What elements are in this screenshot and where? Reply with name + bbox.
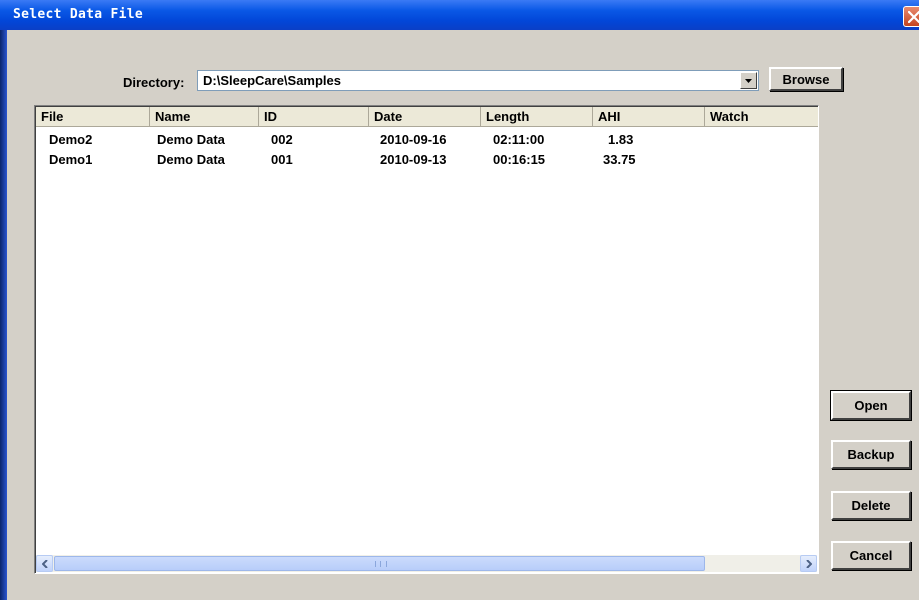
- window-left-border: [0, 0, 7, 600]
- table-row[interactable]: Demo1 Demo Data 001 2010-09-13 00:16:15 …: [36, 150, 816, 170]
- scroll-left-button[interactable]: [36, 555, 53, 572]
- cell-id: 001: [271, 152, 293, 167]
- scrollbar-thumb[interactable]: [54, 556, 705, 571]
- column-header-ahi[interactable]: AHI: [593, 107, 705, 127]
- select-data-file-dialog: Select Data File Directory: D:\SleepCare…: [0, 0, 919, 600]
- cell-ahi: 33.75: [603, 152, 636, 167]
- chevron-down-icon: [745, 79, 752, 83]
- cell-date: 2010-09-13: [380, 152, 447, 167]
- directory-value: D:\SleepCare\Samples: [203, 73, 342, 88]
- list-header: File Name ID Date Length AHI Watch: [36, 107, 818, 127]
- cell-ahi: 1.83: [608, 132, 634, 147]
- column-header-name[interactable]: Name: [150, 107, 259, 127]
- scroll-right-button[interactable]: [800, 555, 817, 572]
- open-button[interactable]: Open: [830, 390, 912, 421]
- browse-button[interactable]: Browse: [769, 67, 843, 91]
- data-file-list[interactable]: File Name ID Date Length AHI Watch Demo2…: [34, 105, 819, 574]
- column-header-date[interactable]: Date: [369, 107, 481, 127]
- window-title: Select Data File: [13, 7, 144, 22]
- column-header-length[interactable]: Length: [481, 107, 593, 127]
- column-header-watch[interactable]: Watch: [705, 107, 818, 127]
- horizontal-scrollbar[interactable]: [36, 555, 817, 572]
- scrollbar-grip: [375, 561, 387, 567]
- cancel-button[interactable]: Cancel: [831, 541, 911, 570]
- table-row[interactable]: Demo2 Demo Data 002 2010-09-16 02:11:00 …: [36, 130, 816, 150]
- cell-length: 02:11:00: [493, 132, 545, 147]
- cell-file: Demo2: [49, 132, 93, 147]
- directory-combobox[interactable]: D:\SleepCare\Samples: [197, 70, 759, 91]
- close-button[interactable]: [903, 6, 919, 27]
- close-icon: [908, 11, 919, 23]
- backup-button[interactable]: Backup: [831, 440, 911, 469]
- title-bar[interactable]: Select Data File: [0, 0, 919, 30]
- directory-label: Directory:: [123, 75, 185, 90]
- cell-name: Demo Data: [157, 132, 225, 147]
- column-header-file[interactable]: File: [36, 107, 150, 127]
- cell-length: 00:16:15: [493, 152, 546, 167]
- chevron-right-icon: [806, 560, 812, 568]
- cell-id: 002: [271, 132, 293, 147]
- chevron-left-icon: [42, 560, 48, 568]
- directory-dropdown-button[interactable]: [740, 72, 757, 89]
- delete-button[interactable]: Delete: [831, 491, 911, 520]
- column-header-id[interactable]: ID: [259, 107, 369, 127]
- cell-date: 2010-09-16: [380, 132, 447, 147]
- cell-name: Demo Data: [157, 152, 225, 167]
- cell-file: Demo1: [49, 152, 93, 167]
